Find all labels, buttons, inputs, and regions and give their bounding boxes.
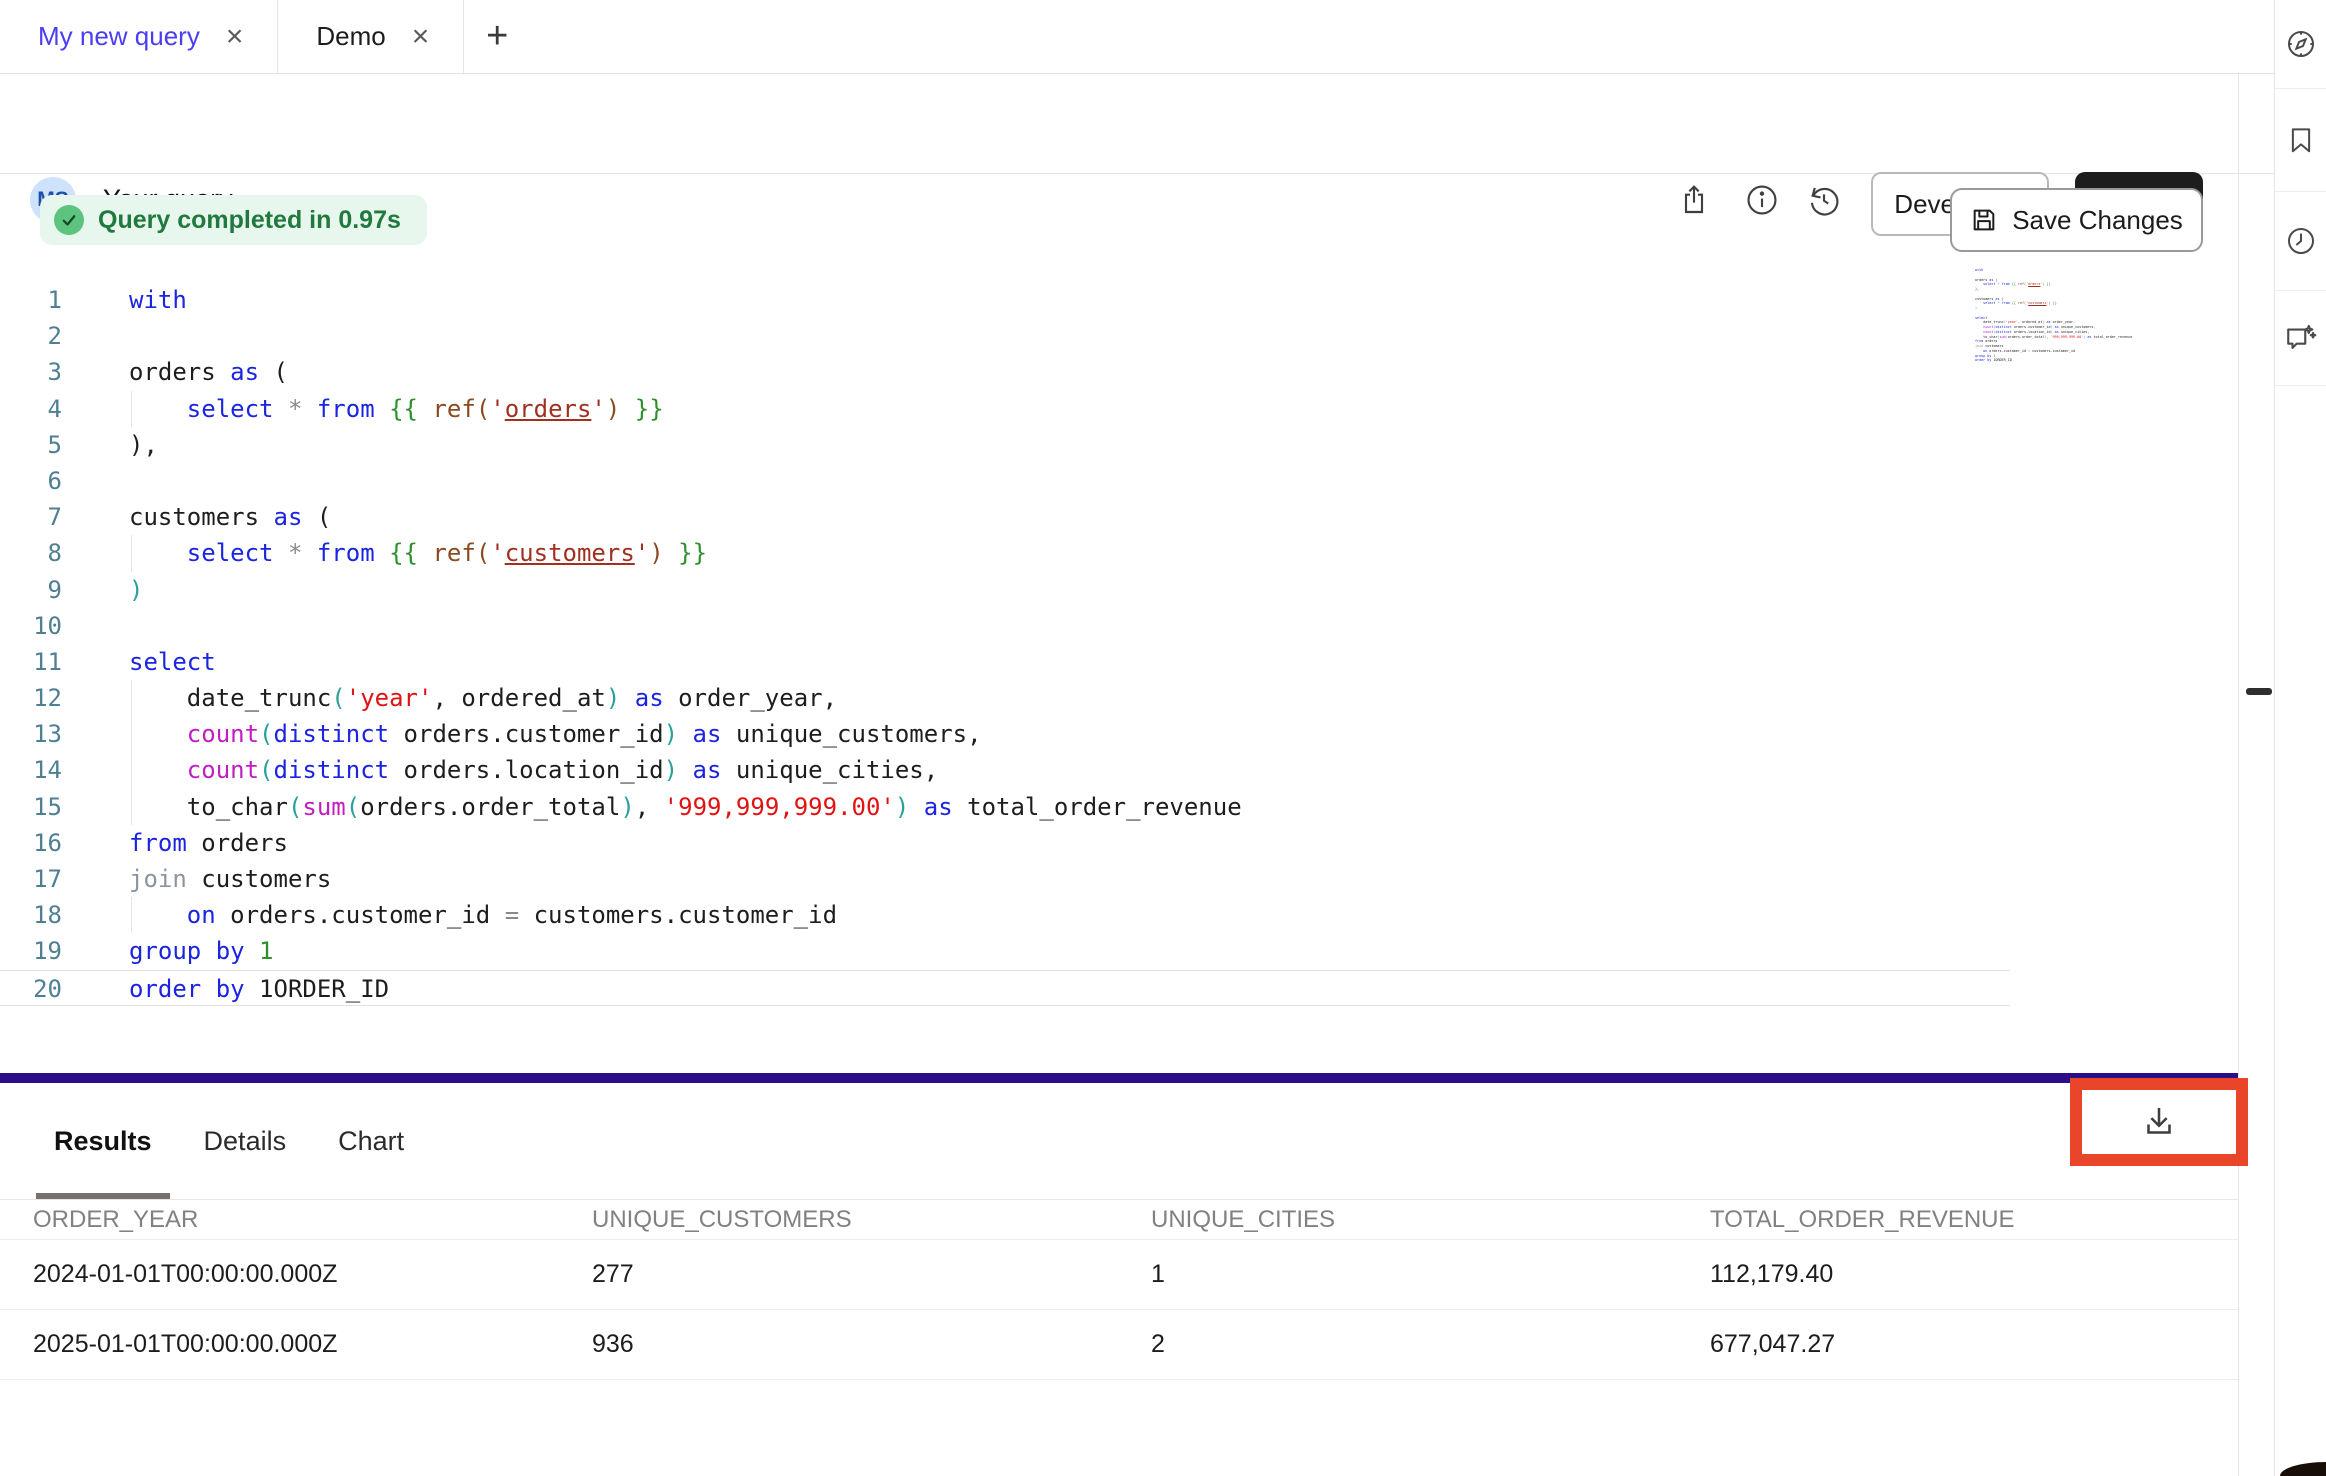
code-line-7[interactable]: 7customers as (	[0, 499, 2010, 535]
status-banner: Query completed in 0.97s	[40, 195, 427, 245]
close-icon[interactable]: ×	[412, 22, 430, 52]
code-line-3[interactable]: 3orders as (	[0, 354, 2010, 390]
code-line-13[interactable]: 13 count(distinct orders.customer_id) as…	[0, 716, 2010, 752]
code-line-14[interactable]: 14 count(distinct orders.location_id) as…	[0, 752, 2010, 788]
ai-chat-icon[interactable]	[2275, 291, 2326, 386]
column-header: UNIQUE_CITIES	[1118, 1206, 1677, 1234]
panel-divider[interactable]	[0, 1073, 2238, 1083]
line-number: 4	[0, 391, 85, 427]
code-line-20[interactable]: 20order by 1ORDER_ID	[0, 970, 2010, 1006]
table-cell: 677,047.27	[1677, 1330, 2236, 1359]
code-line-10[interactable]: 10	[0, 608, 2010, 644]
table-cell: 2	[1118, 1330, 1677, 1359]
tab-label: My new query	[38, 21, 200, 52]
line-number: 12	[0, 680, 85, 716]
clock-icon[interactable]	[2275, 192, 2326, 291]
results-tab-results[interactable]: Results	[36, 1083, 170, 1199]
column-header: ORDER_YEAR	[0, 1206, 559, 1234]
scrollbar-thumb[interactable]	[2246, 688, 2272, 695]
code-line-16[interactable]: 16from orders	[0, 825, 2010, 861]
table-row: 2025-01-01T00:00:00.000Z9362677,047.27	[0, 1310, 2238, 1380]
compass-icon[interactable]	[2275, 0, 2326, 89]
download-results-button[interactable]	[2129, 1094, 2189, 1150]
code-line-6[interactable]: 6	[0, 463, 2010, 499]
query-header: MS Your query Develop	[0, 74, 2274, 174]
code-line-5[interactable]: 5),	[0, 427, 2010, 463]
minimap-line: to_char(sum(orders.order_total), '999,99…	[1975, 335, 2145, 340]
line-number: 14	[0, 752, 85, 788]
table-cell: 2025-01-01T00:00:00.000Z	[0, 1330, 559, 1359]
info-icon[interactable]	[1739, 177, 1785, 223]
results-table: ORDER_YEARUNIQUE_CUSTOMERSUNIQUE_CITIEST…	[0, 1200, 2238, 1380]
table-cell: 1	[1118, 1260, 1677, 1289]
line-number: 10	[0, 608, 85, 644]
line-number: 20	[0, 971, 85, 1005]
tab-label: Demo	[316, 21, 385, 52]
code-line-9[interactable]: 9)	[0, 572, 2010, 608]
save-icon	[1970, 206, 1998, 234]
table-cell: 936	[559, 1330, 1118, 1359]
code-line-4[interactable]: 4 select * from {{ ref('orders') }}	[0, 391, 2010, 427]
close-icon[interactable]: ×	[226, 22, 244, 52]
line-number: 16	[0, 825, 85, 861]
column-header: UNIQUE_CUSTOMERS	[559, 1206, 1118, 1234]
table-cell: 2024-01-01T00:00:00.000Z	[0, 1260, 559, 1289]
share-icon[interactable]	[1671, 177, 1717, 223]
tab-demo[interactable]: Demo ×	[278, 0, 464, 73]
code-line-8[interactable]: 8 select * from {{ ref('customers') }}	[0, 535, 2010, 571]
line-number: 3	[0, 354, 85, 390]
line-number: 15	[0, 789, 85, 825]
sql-editor[interactable]: 1with23orders as (4 select * from {{ ref…	[0, 282, 2010, 1006]
query-tab-bar: My new query × Demo × +	[0, 0, 2274, 74]
line-number: 13	[0, 716, 85, 752]
editor-minimap[interactable]: withorders as ( select * from {{ ref('or…	[1975, 268, 2145, 363]
line-number: 1	[0, 282, 85, 318]
success-check-icon	[54, 205, 84, 235]
line-number: 8	[0, 535, 85, 571]
line-number: 9	[0, 572, 85, 608]
line-number: 11	[0, 644, 85, 680]
code-line-19[interactable]: 19group by 1	[0, 933, 2010, 969]
line-number: 17	[0, 861, 85, 897]
table-row: 2024-01-01T00:00:00.000Z2771112,179.40	[0, 1240, 2238, 1310]
save-changes-button[interactable]: Save Changes	[1950, 188, 2203, 252]
code-line-2[interactable]: 2	[0, 318, 2010, 354]
right-sidebar	[2274, 0, 2326, 1476]
code-line-17[interactable]: 17join customers	[0, 861, 2010, 897]
line-number: 5	[0, 427, 85, 463]
bookmark-icon[interactable]	[2275, 89, 2326, 192]
minimap-line: order by 1ORDER_ID	[1975, 358, 2145, 363]
content-right-border	[2238, 74, 2239, 1476]
code-line-1[interactable]: 1with	[0, 282, 2010, 318]
line-number: 2	[0, 318, 85, 354]
code-line-18[interactable]: 18 on orders.customer_id = customers.cus…	[0, 897, 2010, 933]
new-tab-button[interactable]: +	[464, 0, 530, 73]
code-line-12[interactable]: 12 date_trunc('year', ordered_at) as ord…	[0, 680, 2010, 716]
table-cell: 277	[559, 1260, 1118, 1289]
table-header-row: ORDER_YEARUNIQUE_CUSTOMERSUNIQUE_CITIEST…	[0, 1200, 2238, 1240]
line-number: 19	[0, 933, 85, 969]
save-changes-label: Save Changes	[2012, 205, 2183, 236]
status-text: Query completed in 0.97s	[98, 206, 401, 235]
code-line-11[interactable]: 11select	[0, 644, 2010, 680]
line-number: 18	[0, 897, 85, 933]
line-number: 6	[0, 463, 85, 499]
tab-my-new-query[interactable]: My new query ×	[0, 0, 278, 73]
download-icon	[2141, 1104, 2177, 1140]
main-panel: My new query × Demo × + MS Your query Devel…	[0, 0, 2274, 1476]
results-tab-details[interactable]: Details	[186, 1083, 305, 1199]
results-tab-chart[interactable]: Chart	[320, 1083, 422, 1199]
table-cell: 112,179.40	[1677, 1260, 2236, 1289]
column-header: TOTAL_ORDER_REVENUE	[1677, 1206, 2236, 1234]
code-line-15[interactable]: 15 to_char(sum(orders.order_total), '999…	[0, 789, 2010, 825]
history-icon[interactable]	[1801, 177, 1847, 223]
line-number: 7	[0, 499, 85, 535]
annotation-highlight-box	[2070, 1078, 2248, 1166]
results-tab-bar: ResultsDetailsChart	[0, 1083, 2238, 1200]
